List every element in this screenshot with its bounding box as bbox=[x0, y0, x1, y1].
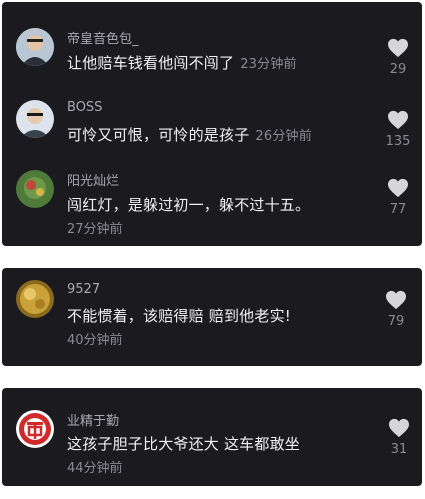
comment-time: 26分钟前 bbox=[255, 129, 312, 144]
user-avatar[interactable] bbox=[16, 280, 54, 318]
like-button[interactable]: 31 bbox=[379, 418, 419, 457]
logo-avatar-icon bbox=[16, 410, 54, 448]
like-button[interactable]: 29 bbox=[378, 38, 418, 77]
username[interactable]: 帝皇音色包_ bbox=[67, 28, 139, 47]
like-count: 77 bbox=[389, 202, 407, 217]
like-button[interactable]: 135 bbox=[378, 110, 418, 149]
comment-body: 让他赔车钱看他闯不闯了 bbox=[67, 54, 235, 72]
like-count: 135 bbox=[385, 134, 411, 149]
comment-body: 可怜又可恨，可怜的是孩子 bbox=[67, 126, 250, 144]
comment-body: 闯红灯，是躲过初一，躲不过十五。 bbox=[67, 196, 311, 214]
person-avatar-icon bbox=[16, 28, 54, 66]
comment-time: 44分钟前 bbox=[67, 461, 123, 476]
comment-card-2: 9527 不能惯着，该赔得赔 赔到他老实! 40分钟前 79 bbox=[2, 268, 422, 366]
heart-icon bbox=[388, 178, 408, 198]
heart-icon bbox=[386, 290, 406, 310]
comment-item: 9527 不能惯着，该赔得赔 赔到他老实! 40分钟前 79 bbox=[2, 268, 422, 366]
like-button[interactable]: 77 bbox=[378, 178, 418, 217]
user-avatar[interactable] bbox=[16, 100, 54, 138]
username[interactable]: BOSS bbox=[67, 100, 102, 115]
like-count: 29 bbox=[389, 62, 407, 77]
heart-icon bbox=[389, 418, 409, 438]
comment-card-3: 业精于勤 这孩子胆子比大爷还大 这车都敢坐 44分钟前 31 bbox=[2, 388, 422, 486]
heart-icon bbox=[388, 38, 408, 58]
like-count: 31 bbox=[390, 442, 408, 457]
comment-item: BOSS 可怜又可恨，可怜的是孩子 26分钟前 135 bbox=[2, 86, 422, 156]
comment-item: 业精于勤 这孩子胆子比大爷还大 这车都敢坐 44分钟前 31 bbox=[2, 388, 422, 486]
comment-text: 让他赔车钱看他闯不闯了 23分钟前 bbox=[67, 52, 297, 73]
username[interactable]: 阳光灿烂 bbox=[67, 170, 119, 189]
like-button[interactable]: 79 bbox=[376, 290, 416, 329]
user-avatar[interactable] bbox=[16, 410, 54, 448]
comment-item: 阳光灿烂 闯红灯，是躲过初一，躲不过十五。 27分钟前 77 bbox=[2, 158, 422, 244]
comment-time: 40分钟前 bbox=[67, 333, 123, 348]
comment-card-1: 帝皇音色包_ 让他赔车钱看他闯不闯了 23分钟前 29 BOSS 可怜又可恨，可怜… bbox=[2, 2, 422, 246]
heart-icon bbox=[388, 110, 408, 130]
comment-text: 可怜又可恨，可怜的是孩子 26分钟前 bbox=[67, 124, 312, 145]
username[interactable]: 业精于勤 bbox=[67, 410, 119, 429]
comment-time: 27分钟前 bbox=[67, 222, 123, 237]
like-count: 79 bbox=[387, 314, 405, 329]
username[interactable]: 9527 bbox=[67, 282, 100, 297]
comment-body: 这孩子胆子比大爷还大 这车都敢坐 bbox=[67, 435, 300, 453]
comment-time: 23分钟前 bbox=[240, 57, 297, 72]
comment-item: 帝皇音色包_ 让他赔车钱看他闯不闯了 23分钟前 29 bbox=[2, 14, 422, 84]
comment-body: 不能惯着，该赔得赔 赔到他老实! bbox=[67, 307, 291, 325]
user-avatar[interactable] bbox=[16, 170, 54, 208]
person-avatar-icon bbox=[16, 100, 54, 138]
user-avatar[interactable] bbox=[16, 28, 54, 66]
gold-avatar-icon bbox=[16, 280, 54, 318]
nature-avatar-icon bbox=[16, 170, 54, 208]
